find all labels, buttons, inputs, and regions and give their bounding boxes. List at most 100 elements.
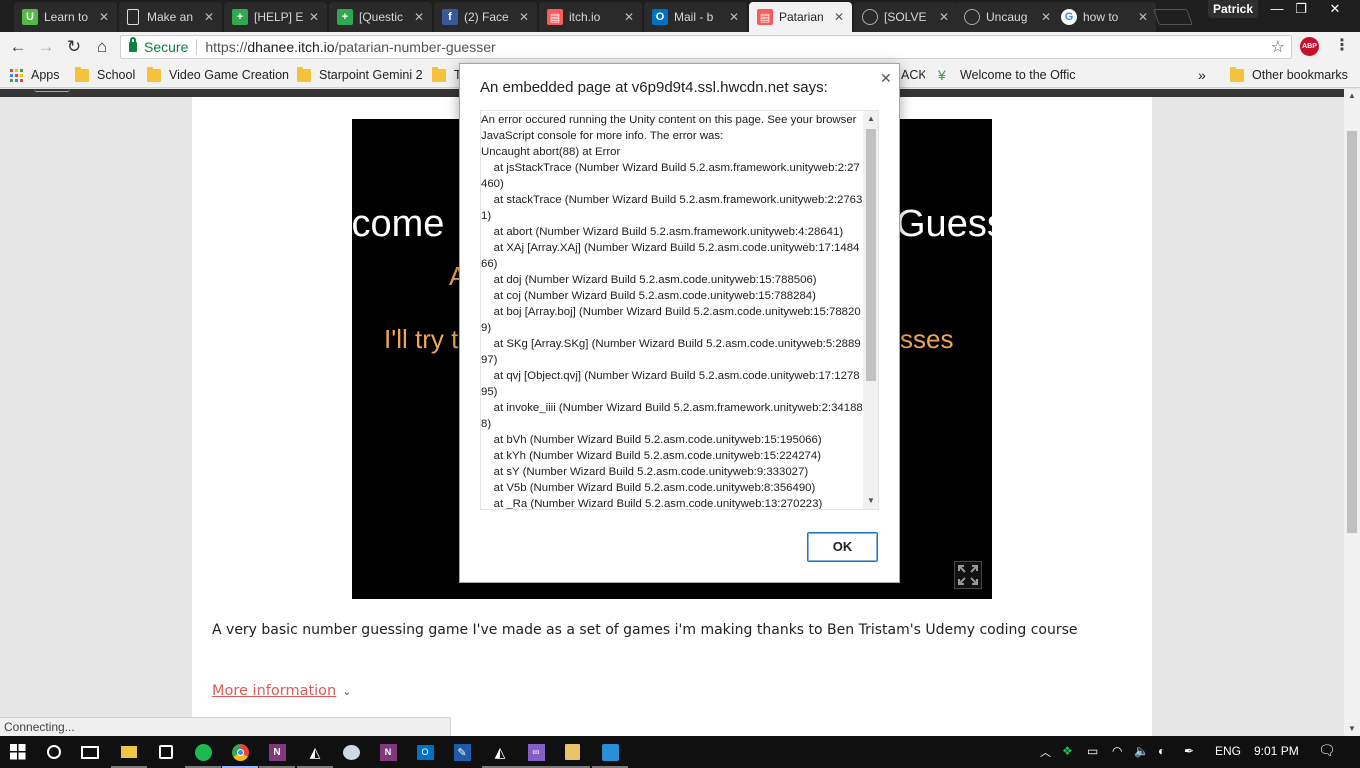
- lock-icon: [129, 37, 137, 52]
- bookmark-apps[interactable]: Apps: [10, 67, 60, 83]
- tab-patarian[interactable]: ▤ Patarian ✕: [749, 2, 852, 32]
- tab-question[interactable]: + [Questic ✕: [329, 2, 432, 32]
- tab-itch-io[interactable]: ▤ itch.io ✕: [539, 2, 642, 32]
- close-icon[interactable]: ✕: [307, 10, 321, 24]
- bookmark-t[interactable]: T: [432, 67, 462, 83]
- scroll-down-arrow-icon[interactable]: ▼: [863, 493, 878, 509]
- file-explorer-icon[interactable]: [111, 740, 147, 768]
- scrollbar-thumb[interactable]: [866, 129, 876, 381]
- store-icon[interactable]: [154, 740, 178, 764]
- close-icon[interactable]: ✕: [727, 10, 741, 24]
- palm-tree-icon: ¥: [938, 67, 946, 83]
- adblock-icon[interactable]: ABP: [1300, 37, 1319, 56]
- more-menu-icon[interactable]: ⋮: [1334, 37, 1350, 57]
- tab-title: Make an: [147, 10, 194, 24]
- tab-facebook[interactable]: f (2) Face ✕: [434, 2, 537, 32]
- dialog-message-box[interactable]: An error occured running the Unity conte…: [480, 110, 879, 510]
- cortana-icon[interactable]: [42, 740, 66, 764]
- document-icon: [127, 9, 139, 25]
- windows-start-icon[interactable]: [6, 740, 30, 764]
- close-icon[interactable]: ✕: [1136, 10, 1150, 24]
- chrome-icon[interactable]: [222, 740, 258, 768]
- tab-title: [Questic: [359, 10, 404, 24]
- volume-tray-icon[interactable]: 🔈: [1134, 744, 1149, 758]
- tab-make-an[interactable]: Make an ✕: [119, 2, 222, 32]
- bookmark-welcome[interactable]: ¥ Welcome to the Offic: [938, 67, 1078, 83]
- dialog-scrollbar[interactable]: ▲ ▼: [863, 111, 878, 509]
- scroll-up-arrow-icon[interactable]: ▲: [863, 111, 878, 127]
- dialog-title: An embedded page at v6p9d9t4.ssl.hwcdn.n…: [480, 79, 828, 96]
- reload-icon[interactable]: ↻: [63, 36, 85, 58]
- bookmark-star-icon[interactable]: ☆: [1271, 37, 1285, 57]
- scrollbar-thumb[interactable]: [1347, 131, 1357, 533]
- unity-icon[interactable]: ◭: [297, 740, 333, 768]
- address-bar[interactable]: Secure https:// dhanee.itch.io /patarian…: [120, 35, 1292, 59]
- tab-mail[interactable]: O Mail - b ✕: [644, 2, 747, 32]
- bookmark-starpoint-gemini[interactable]: Starpoint Gemini 2: [297, 67, 423, 83]
- clock[interactable]: 9:01 PM: [1254, 744, 1299, 758]
- close-icon[interactable]: ✕: [517, 10, 531, 24]
- browser-toolbar: ← → ↻ ⌂ Secure https:// dhanee.itch.io /…: [0, 32, 1360, 62]
- onenote-alt-icon[interactable]: N: [376, 740, 400, 764]
- close-icon[interactable]: ✕: [937, 10, 951, 24]
- bookmark-video-game-creation[interactable]: Video Game Creation: [147, 67, 289, 83]
- tab-uncaught[interactable]: Uncaug ✕: [956, 2, 1059, 32]
- apps-grid-icon: [10, 68, 23, 82]
- bookmark-other[interactable]: Other bookmarks: [1230, 67, 1348, 83]
- scroll-up-arrow-icon[interactable]: ▲: [1344, 89, 1360, 103]
- folder-icon: [147, 67, 161, 82]
- tray-overflow-icon[interactable]: ︿: [1040, 744, 1051, 760]
- dropbox-tray-icon[interactable]: ❖: [1062, 744, 1073, 758]
- language-indicator[interactable]: ENG: [1215, 744, 1241, 758]
- bookmark-school[interactable]: School: [75, 67, 135, 83]
- close-icon[interactable]: ✕: [832, 10, 846, 24]
- bookmarks-overflow-button[interactable]: »: [1198, 67, 1206, 83]
- file-manager-icon[interactable]: [554, 740, 590, 768]
- pen-tray-icon[interactable]: ✒: [1184, 744, 1194, 758]
- close-icon[interactable]: ✕: [880, 70, 892, 87]
- outlook-icon[interactable]: O: [413, 740, 437, 764]
- tab-how-to[interactable]: G how to ✕: [1053, 2, 1156, 32]
- steam-icon[interactable]: [339, 740, 363, 764]
- wifi-tray-icon[interactable]: ◠: [1112, 744, 1122, 758]
- tab-solved[interactable]: [SOLVE ✕: [854, 2, 957, 32]
- tab-title: [HELP] E: [254, 10, 304, 24]
- new-tab-button[interactable]: [1153, 9, 1193, 25]
- tab-title: (2) Face: [464, 10, 509, 24]
- sketchbook-icon[interactable]: ✎: [450, 740, 474, 764]
- close-icon[interactable]: ✕: [97, 10, 111, 24]
- tab-help[interactable]: + [HELP] E ✕: [224, 2, 327, 32]
- battery-tray-icon[interactable]: ▭: [1087, 744, 1098, 758]
- bookmark-ack[interactable]: ACK: [901, 67, 925, 83]
- folder-icon: [297, 67, 311, 82]
- close-icon[interactable]: ✕: [622, 10, 636, 24]
- blue-app-icon[interactable]: [592, 740, 628, 768]
- maximize-button[interactable]: ❐: [1286, 0, 1316, 20]
- tab-learn-to[interactable]: U Learn to ✕: [14, 2, 117, 32]
- fullscreen-icon[interactable]: [954, 561, 982, 589]
- ok-button[interactable]: OK: [807, 532, 878, 562]
- notification-icon[interactable]: 🗨: [1318, 742, 1336, 759]
- back-arrow-icon[interactable]: ←: [7, 36, 29, 58]
- weather-tray-icon[interactable]: ◐: [1158, 744, 1165, 758]
- task-view-icon[interactable]: [78, 740, 102, 764]
- spotify-icon[interactable]: [185, 740, 221, 768]
- forward-arrow-icon[interactable]: →: [35, 36, 57, 58]
- itch-icon: ▤: [757, 9, 773, 25]
- close-icon[interactable]: ✕: [202, 10, 216, 24]
- onenote-icon[interactable]: N: [259, 740, 295, 768]
- folder-icon: [75, 67, 89, 82]
- page-scrollbar[interactable]: ▲ ▼: [1344, 89, 1360, 736]
- close-icon[interactable]: ✕: [1039, 10, 1053, 24]
- home-icon[interactable]: ⌂: [91, 36, 113, 58]
- unity-alt-icon[interactable]: ◭: [482, 740, 518, 768]
- game-hint-left: I'll try t: [384, 324, 459, 354]
- close-window-button[interactable]: ✕: [1320, 0, 1350, 20]
- close-icon[interactable]: ✕: [412, 10, 426, 24]
- game-title-left: lcome: [352, 203, 445, 245]
- more-information-link[interactable]: More information ⌄: [212, 683, 351, 699]
- profile-button[interactable]: Patrick: [1208, 0, 1258, 18]
- status-bubble: Connecting...: [0, 717, 451, 736]
- scroll-down-arrow-icon[interactable]: ▼: [1344, 722, 1360, 736]
- visual-studio-icon[interactable]: ∞: [518, 740, 554, 768]
